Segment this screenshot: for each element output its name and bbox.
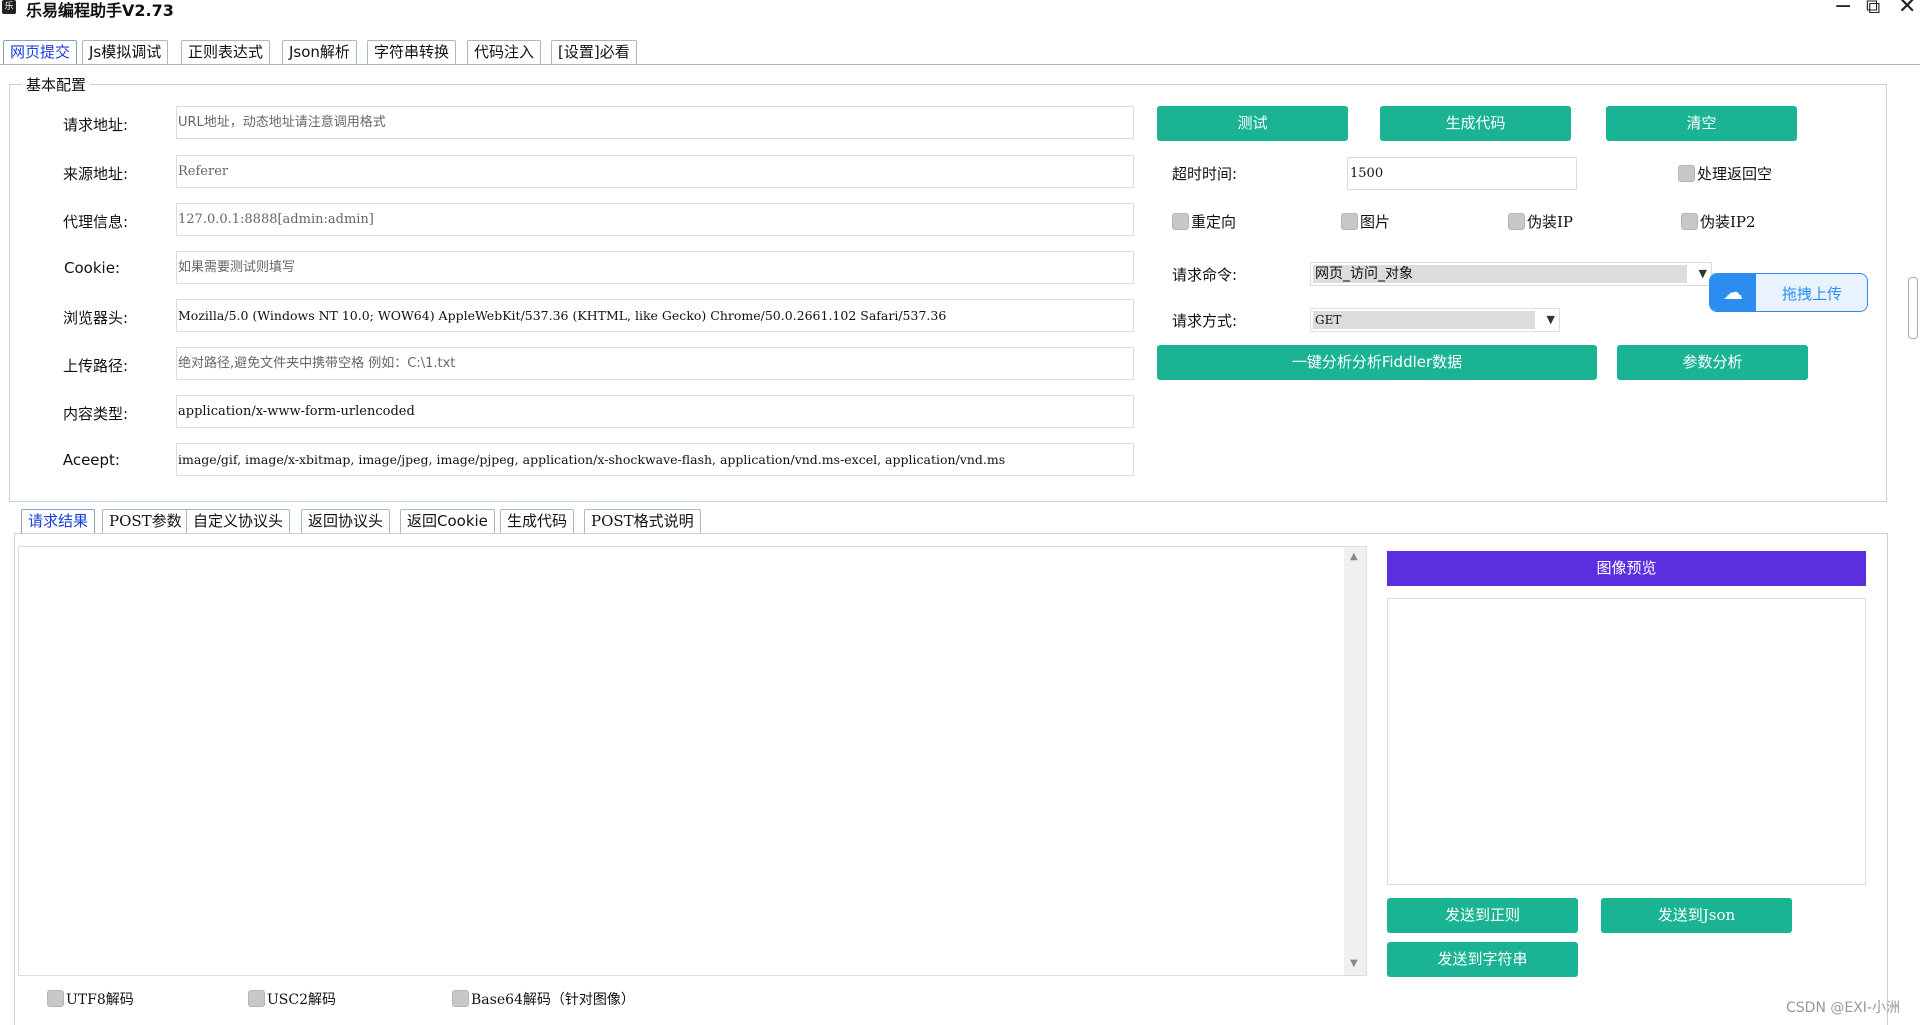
checkbox-label: 伪装IP — [1527, 213, 1574, 231]
tab-response-headers[interactable]: 返回协议头 — [301, 509, 391, 533]
clear-button[interactable]: 清空 — [1606, 106, 1797, 141]
result-textarea[interactable] — [18, 546, 1367, 976]
accept-input[interactable]: image/gif, image/x-xbitmap, image/jpeg, … — [176, 443, 1134, 476]
tab-post-format-help[interactable]: POST格式说明 — [584, 509, 701, 533]
generate-code-button[interactable]: 生成代码 — [1380, 106, 1571, 141]
result-scrollbar[interactable] — [1344, 547, 1366, 975]
label-request-method: 请求方式: — [1172, 312, 1238, 330]
minimize-icon[interactable]: − — [1834, 0, 1852, 19]
checkbox-label: Base64解码（针对图像） — [471, 992, 635, 1008]
content-type-input[interactable]: application/x-www-form-urlencoded — [176, 395, 1134, 428]
tab-code-inject[interactable]: 代码注入 — [467, 40, 542, 64]
tab-post-params[interactable]: POST参数 — [102, 509, 189, 533]
checkbox-box[interactable] — [452, 990, 469, 1007]
label-proxy: 代理信息: — [62, 213, 128, 231]
dropdown-arrow-icon[interactable]: ▼ — [1547, 309, 1555, 331]
checkbox-box[interactable] — [47, 990, 64, 1007]
watermark: CSDN @EXI-小洲 — [1786, 1000, 1900, 1016]
label-content-type: 内容类型: — [62, 405, 128, 423]
maximize-icon[interactable]: ⧉ — [1866, 0, 1880, 18]
tab-string-convert[interactable]: 字符串转换 — [367, 40, 457, 64]
fake-ip-checkbox[interactable]: 伪装IP — [1508, 211, 1573, 232]
scroll-up-icon[interactable]: ▲ — [1350, 551, 1358, 562]
tab-web-submit[interactable]: 网页提交 — [3, 40, 78, 64]
checkbox-box[interactable] — [1172, 213, 1189, 230]
window-title: 乐易编程助手V2.73 — [26, 1, 174, 20]
close-icon[interactable]: ✕ — [1898, 0, 1916, 19]
checkbox-label: USC2解码 — [267, 992, 337, 1008]
handle-empty-checkbox[interactable]: 处理返回空 — [1678, 163, 1772, 184]
scroll-down-icon[interactable]: ▼ — [1350, 958, 1358, 969]
title-bar: 乐 乐易编程助手V2.73 − ⧉ ✕ — [0, 0, 1920, 22]
label-upload-path: 上传路径: — [62, 357, 128, 375]
label-timeout: 超时时间: — [1172, 165, 1238, 183]
dropdown-arrow-icon[interactable]: ▼ — [1699, 263, 1707, 285]
upload-path-input[interactable]: 绝对路径,避免文件夹中携带空格 例如：C:\1.txt — [176, 347, 1134, 380]
label-accept: Aceept: — [62, 451, 120, 469]
checkbox-box[interactable] — [248, 990, 265, 1007]
image-preview-header: 图像预览 — [1387, 551, 1866, 586]
checkbox-box[interactable] — [1341, 213, 1358, 230]
request-command-select[interactable]: 网页_访问_对象 ▼ — [1310, 262, 1712, 286]
send-to-json-button[interactable]: 发送到Json — [1601, 898, 1792, 933]
image-checkbox[interactable]: 图片 — [1341, 211, 1390, 232]
request-method-value: GET — [1313, 311, 1535, 329]
window-scrollbar-thumb[interactable] — [1908, 277, 1918, 339]
checkbox-label: 伪装IP2 — [1700, 213, 1756, 231]
checkbox-label: 重定向 — [1191, 213, 1237, 231]
tab-regex[interactable]: 正则表达式 — [181, 40, 271, 64]
group-title: 基本配置 — [22, 74, 91, 95]
app-icon: 乐 — [2, 0, 16, 14]
test-button[interactable]: 测试 — [1157, 106, 1348, 141]
label-user-agent: 浏览器头: — [62, 309, 128, 327]
base64-decode-checkbox[interactable]: Base64解码（针对图像） — [452, 989, 635, 1009]
main-tab-baseline — [0, 64, 1920, 65]
label-referer: 来源地址: — [62, 165, 128, 183]
request-url-input[interactable]: URL地址，动态地址请注意调用格式 — [176, 106, 1134, 139]
tab-json[interactable]: Json解析 — [282, 40, 357, 64]
param-analysis-button[interactable]: 参数分析 — [1617, 345, 1808, 380]
tab-custom-headers[interactable]: 自定义协议头 — [186, 509, 291, 533]
referer-input[interactable]: Referer — [176, 155, 1134, 188]
label-request-command: 请求命令: — [1172, 266, 1238, 284]
tab-generated-code[interactable]: 生成代码 — [500, 509, 575, 533]
utf8-decode-checkbox[interactable]: UTF8解码 — [47, 989, 134, 1009]
checkbox-box[interactable] — [1508, 213, 1525, 230]
basic-config-group — [9, 84, 1887, 502]
label-cookie: Cookie: — [64, 259, 120, 277]
cookie-input[interactable]: 如果需要测试则填写 — [176, 251, 1134, 284]
timeout-input[interactable]: 1500 — [1347, 157, 1577, 190]
proxy-input[interactable]: 127.0.0.1:8888[admin:admin] — [176, 203, 1134, 236]
tab-settings[interactable]: [设置]必看 — [551, 40, 637, 64]
redirect-checkbox[interactable]: 重定向 — [1172, 211, 1236, 232]
checkbox-label: 图片 — [1360, 213, 1391, 231]
tab-request-result[interactable]: 请求结果 — [21, 509, 96, 533]
request-command-value: 网页_访问_对象 — [1313, 265, 1687, 283]
usc2-decode-checkbox[interactable]: USC2解码 — [248, 989, 336, 1009]
user-agent-input[interactable]: Mozilla/5.0 (Windows NT 10.0; WOW64) App… — [176, 299, 1134, 332]
analyze-fiddler-button[interactable]: 一键分析分析Fiddler数据 — [1157, 345, 1597, 380]
tab-response-cookie[interactable]: 返回Cookie — [400, 509, 495, 533]
request-method-select[interactable]: GET ▼ — [1310, 308, 1560, 332]
fake-ip2-checkbox[interactable]: 伪装IP2 — [1681, 211, 1756, 232]
send-to-regex-button[interactable]: 发送到正则 — [1387, 898, 1578, 933]
drag-upload-label: 拖拽上传 — [1781, 285, 1842, 303]
label-request-url: 请求地址: — [62, 116, 128, 134]
image-preview-box — [1387, 598, 1866, 885]
checkbox-label: UTF8解码 — [66, 992, 134, 1008]
cloud-icon: ☁ — [1710, 274, 1756, 311]
checkbox-box[interactable] — [1678, 165, 1695, 182]
checkbox-box[interactable] — [1681, 213, 1698, 230]
checkbox-label: 处理返回空 — [1697, 165, 1773, 183]
send-to-string-button[interactable]: 发送到字符串 — [1387, 942, 1578, 977]
tab-js-debug[interactable]: Js模拟调试 — [82, 40, 169, 64]
